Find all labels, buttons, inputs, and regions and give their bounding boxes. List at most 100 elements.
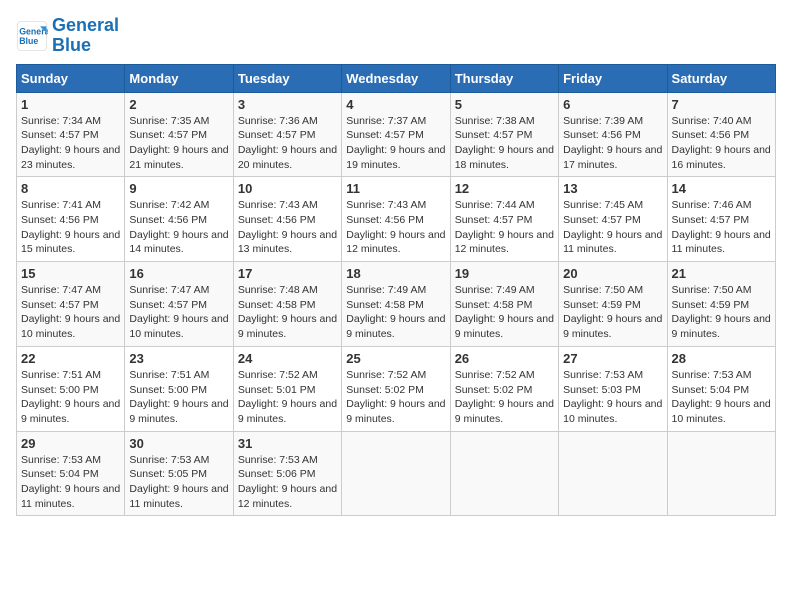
calendar-cell: 11 Sunrise: 7:43 AM Sunset: 4:56 PM Dayl… xyxy=(342,177,450,262)
calendar-cell: 26 Sunrise: 7:52 AM Sunset: 5:02 PM Dayl… xyxy=(450,346,558,431)
day-info: Sunrise: 7:53 AM Sunset: 5:03 PM Dayligh… xyxy=(563,368,662,427)
calendar-cell: 23 Sunrise: 7:51 AM Sunset: 5:00 PM Dayl… xyxy=(125,346,233,431)
day-number: 15 xyxy=(21,266,120,281)
calendar-cell: 5 Sunrise: 7:38 AM Sunset: 4:57 PM Dayli… xyxy=(450,92,558,177)
day-info: Sunrise: 7:53 AM Sunset: 5:06 PM Dayligh… xyxy=(238,453,337,512)
day-header-tuesday: Tuesday xyxy=(233,64,341,92)
calendar-cell: 31 Sunrise: 7:53 AM Sunset: 5:06 PM Dayl… xyxy=(233,431,341,516)
day-info: Sunrise: 7:52 AM Sunset: 5:02 PM Dayligh… xyxy=(346,368,445,427)
day-number: 11 xyxy=(346,181,445,196)
day-number: 24 xyxy=(238,351,337,366)
day-number: 1 xyxy=(21,97,120,112)
day-info: Sunrise: 7:41 AM Sunset: 4:56 PM Dayligh… xyxy=(21,198,120,257)
calendar-cell: 1 Sunrise: 7:34 AM Sunset: 4:57 PM Dayli… xyxy=(17,92,125,177)
calendar-cell xyxy=(667,431,775,516)
day-number: 9 xyxy=(129,181,228,196)
day-info: Sunrise: 7:34 AM Sunset: 4:57 PM Dayligh… xyxy=(21,114,120,173)
week-row-3: 15 Sunrise: 7:47 AM Sunset: 4:57 PM Dayl… xyxy=(17,262,776,347)
calendar-table: SundayMondayTuesdayWednesdayThursdayFrid… xyxy=(16,64,776,517)
day-info: Sunrise: 7:51 AM Sunset: 5:00 PM Dayligh… xyxy=(129,368,228,427)
day-number: 2 xyxy=(129,97,228,112)
svg-text:Blue: Blue xyxy=(19,36,38,46)
day-number: 12 xyxy=(455,181,554,196)
logo-icon: General Blue xyxy=(16,20,48,52)
day-number: 8 xyxy=(21,181,120,196)
logo-text: GeneralBlue xyxy=(52,16,119,56)
day-info: Sunrise: 7:50 AM Sunset: 4:59 PM Dayligh… xyxy=(672,283,771,342)
calendar-cell: 15 Sunrise: 7:47 AM Sunset: 4:57 PM Dayl… xyxy=(17,262,125,347)
day-info: Sunrise: 7:53 AM Sunset: 5:04 PM Dayligh… xyxy=(672,368,771,427)
week-row-2: 8 Sunrise: 7:41 AM Sunset: 4:56 PM Dayli… xyxy=(17,177,776,262)
calendar-cell: 17 Sunrise: 7:48 AM Sunset: 4:58 PM Dayl… xyxy=(233,262,341,347)
day-info: Sunrise: 7:44 AM Sunset: 4:57 PM Dayligh… xyxy=(455,198,554,257)
day-number: 20 xyxy=(563,266,662,281)
calendar-cell: 28 Sunrise: 7:53 AM Sunset: 5:04 PM Dayl… xyxy=(667,346,775,431)
calendar-cell: 22 Sunrise: 7:51 AM Sunset: 5:00 PM Dayl… xyxy=(17,346,125,431)
day-info: Sunrise: 7:53 AM Sunset: 5:05 PM Dayligh… xyxy=(129,453,228,512)
day-info: Sunrise: 7:47 AM Sunset: 4:57 PM Dayligh… xyxy=(21,283,120,342)
day-header-thursday: Thursday xyxy=(450,64,558,92)
day-header-friday: Friday xyxy=(559,64,667,92)
day-info: Sunrise: 7:50 AM Sunset: 4:59 PM Dayligh… xyxy=(563,283,662,342)
day-info: Sunrise: 7:52 AM Sunset: 5:01 PM Dayligh… xyxy=(238,368,337,427)
calendar-cell: 16 Sunrise: 7:47 AM Sunset: 4:57 PM Dayl… xyxy=(125,262,233,347)
day-number: 29 xyxy=(21,436,120,451)
day-info: Sunrise: 7:42 AM Sunset: 4:56 PM Dayligh… xyxy=(129,198,228,257)
calendar-cell: 7 Sunrise: 7:40 AM Sunset: 4:56 PM Dayli… xyxy=(667,92,775,177)
calendar-cell xyxy=(342,431,450,516)
day-info: Sunrise: 7:47 AM Sunset: 4:57 PM Dayligh… xyxy=(129,283,228,342)
day-info: Sunrise: 7:48 AM Sunset: 4:58 PM Dayligh… xyxy=(238,283,337,342)
calendar-cell: 9 Sunrise: 7:42 AM Sunset: 4:56 PM Dayli… xyxy=(125,177,233,262)
day-header-sunday: Sunday xyxy=(17,64,125,92)
day-number: 27 xyxy=(563,351,662,366)
day-info: Sunrise: 7:49 AM Sunset: 4:58 PM Dayligh… xyxy=(346,283,445,342)
calendar-cell: 14 Sunrise: 7:46 AM Sunset: 4:57 PM Dayl… xyxy=(667,177,775,262)
day-header-row: SundayMondayTuesdayWednesdayThursdayFrid… xyxy=(17,64,776,92)
day-info: Sunrise: 7:36 AM Sunset: 4:57 PM Dayligh… xyxy=(238,114,337,173)
day-number: 18 xyxy=(346,266,445,281)
day-number: 17 xyxy=(238,266,337,281)
calendar-cell: 10 Sunrise: 7:43 AM Sunset: 4:56 PM Dayl… xyxy=(233,177,341,262)
calendar-cell: 19 Sunrise: 7:49 AM Sunset: 4:58 PM Dayl… xyxy=(450,262,558,347)
calendar-cell: 3 Sunrise: 7:36 AM Sunset: 4:57 PM Dayli… xyxy=(233,92,341,177)
calendar-cell: 21 Sunrise: 7:50 AM Sunset: 4:59 PM Dayl… xyxy=(667,262,775,347)
day-number: 22 xyxy=(21,351,120,366)
day-number: 19 xyxy=(455,266,554,281)
day-number: 30 xyxy=(129,436,228,451)
day-info: Sunrise: 7:37 AM Sunset: 4:57 PM Dayligh… xyxy=(346,114,445,173)
day-info: Sunrise: 7:35 AM Sunset: 4:57 PM Dayligh… xyxy=(129,114,228,173)
day-info: Sunrise: 7:52 AM Sunset: 5:02 PM Dayligh… xyxy=(455,368,554,427)
day-number: 28 xyxy=(672,351,771,366)
calendar-cell: 12 Sunrise: 7:44 AM Sunset: 4:57 PM Dayl… xyxy=(450,177,558,262)
calendar-cell: 13 Sunrise: 7:45 AM Sunset: 4:57 PM Dayl… xyxy=(559,177,667,262)
day-info: Sunrise: 7:38 AM Sunset: 4:57 PM Dayligh… xyxy=(455,114,554,173)
calendar-cell: 30 Sunrise: 7:53 AM Sunset: 5:05 PM Dayl… xyxy=(125,431,233,516)
calendar-cell: 20 Sunrise: 7:50 AM Sunset: 4:59 PM Dayl… xyxy=(559,262,667,347)
day-info: Sunrise: 7:46 AM Sunset: 4:57 PM Dayligh… xyxy=(672,198,771,257)
day-number: 10 xyxy=(238,181,337,196)
day-info: Sunrise: 7:43 AM Sunset: 4:56 PM Dayligh… xyxy=(346,198,445,257)
day-number: 4 xyxy=(346,97,445,112)
day-info: Sunrise: 7:51 AM Sunset: 5:00 PM Dayligh… xyxy=(21,368,120,427)
calendar-cell: 6 Sunrise: 7:39 AM Sunset: 4:56 PM Dayli… xyxy=(559,92,667,177)
calendar-cell: 8 Sunrise: 7:41 AM Sunset: 4:56 PM Dayli… xyxy=(17,177,125,262)
day-header-wednesday: Wednesday xyxy=(342,64,450,92)
calendar-cell: 25 Sunrise: 7:52 AM Sunset: 5:02 PM Dayl… xyxy=(342,346,450,431)
day-info: Sunrise: 7:53 AM Sunset: 5:04 PM Dayligh… xyxy=(21,453,120,512)
day-number: 5 xyxy=(455,97,554,112)
logo: General Blue GeneralBlue xyxy=(16,16,119,56)
day-info: Sunrise: 7:39 AM Sunset: 4:56 PM Dayligh… xyxy=(563,114,662,173)
calendar-cell: 24 Sunrise: 7:52 AM Sunset: 5:01 PM Dayl… xyxy=(233,346,341,431)
calendar-cell: 4 Sunrise: 7:37 AM Sunset: 4:57 PM Dayli… xyxy=(342,92,450,177)
week-row-1: 1 Sunrise: 7:34 AM Sunset: 4:57 PM Dayli… xyxy=(17,92,776,177)
calendar-cell: 18 Sunrise: 7:49 AM Sunset: 4:58 PM Dayl… xyxy=(342,262,450,347)
day-number: 31 xyxy=(238,436,337,451)
day-number: 21 xyxy=(672,266,771,281)
day-number: 6 xyxy=(563,97,662,112)
week-row-5: 29 Sunrise: 7:53 AM Sunset: 5:04 PM Dayl… xyxy=(17,431,776,516)
day-number: 26 xyxy=(455,351,554,366)
day-number: 16 xyxy=(129,266,228,281)
day-info: Sunrise: 7:45 AM Sunset: 4:57 PM Dayligh… xyxy=(563,198,662,257)
week-row-4: 22 Sunrise: 7:51 AM Sunset: 5:00 PM Dayl… xyxy=(17,346,776,431)
day-number: 13 xyxy=(563,181,662,196)
